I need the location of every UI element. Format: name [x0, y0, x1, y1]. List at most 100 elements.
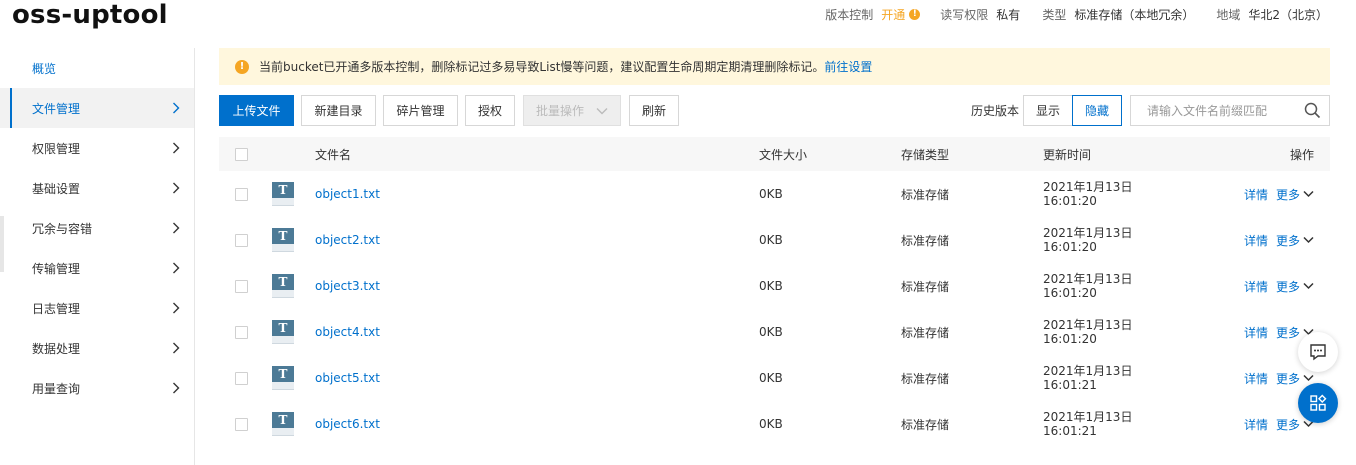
- file-name-link[interactable]: object4.txt: [315, 325, 380, 339]
- updated-date: 2021年1月13日: [1043, 180, 1133, 194]
- sidebar-item-label: 日志管理: [32, 301, 81, 316]
- file-size: 0KB: [759, 187, 783, 201]
- search-icon[interactable]: [1304, 102, 1321, 122]
- sidebar: 概览 文件管理 权限管理 基础设置 冗余与容错 传输管理 日志管理 数据处理 用…: [0, 48, 195, 465]
- go-to-settings-link[interactable]: 前往设置: [824, 58, 872, 75]
- chevron-right-icon: [170, 382, 182, 394]
- sidebar-item-transfer[interactable]: 传输管理: [0, 248, 194, 288]
- table-row: Tobject1.txt 0KB 标准存储 2021年1月13日 16:01:20 详情更…: [219, 171, 1330, 217]
- row-checkbox[interactable]: [235, 417, 248, 431]
- updated-time: 2021年1月13日 16:01:20: [1043, 171, 1132, 217]
- more-label: 更多: [1275, 279, 1300, 294]
- more-label: 更多: [1275, 417, 1300, 432]
- sidebar-item-label: 文件管理: [32, 101, 81, 116]
- sidebar-item-logs[interactable]: 日志管理: [0, 288, 194, 328]
- detail-link[interactable]: 详情: [1244, 232, 1268, 249]
- detail-link[interactable]: 详情: [1244, 416, 1268, 433]
- storage-type: 标准存储: [901, 371, 950, 386]
- storage-type-value: 标准存储（本地冗余）: [1074, 8, 1195, 22]
- sidebar-item-data-processing[interactable]: 数据处理: [0, 328, 194, 368]
- sidebar-item-label: 传输管理: [32, 261, 81, 276]
- updated-time: 2021年1月13日 16:01:20: [1043, 263, 1132, 309]
- updated-clock: 16:01:20: [1043, 194, 1097, 208]
- warning-icon: !: [909, 9, 921, 20]
- chevron-down-icon: [1303, 236, 1314, 244]
- sidebar-item-label: 用量查询: [32, 381, 81, 396]
- storage-type: 标准存储: [901, 187, 950, 202]
- file-size: 0KB: [759, 279, 783, 293]
- apps-button[interactable]: [1298, 383, 1338, 423]
- table-row: Tobject3.txt 0KB 标准存储 2021年1月13日 16:01:20 详情更…: [219, 263, 1330, 309]
- file-name-link[interactable]: object6.txt: [315, 417, 380, 431]
- file-size: 0KB: [759, 325, 783, 339]
- detail-link[interactable]: 详情: [1244, 186, 1268, 203]
- more-label: 更多: [1275, 233, 1300, 248]
- text-file-icon: T: [272, 412, 294, 436]
- sidebar-item-file-management[interactable]: 文件管理: [0, 88, 194, 128]
- text-file-icon: T: [272, 228, 294, 252]
- history-version-label: 历史版本: [971, 104, 1020, 118]
- hide-history-button[interactable]: 隐藏: [1072, 95, 1122, 126]
- sidebar-item-label: 概览: [32, 61, 57, 76]
- table-row: Tobject4.txt 0KB 标准存储 2021年1月13日 16:01:20 详情更…: [219, 309, 1330, 355]
- version-control-label: 版本控制: [825, 8, 874, 22]
- batch-operations-dropdown[interactable]: 批量操作: [523, 95, 621, 126]
- file-search: [1130, 95, 1330, 126]
- more-dropdown[interactable]: 更多: [1276, 186, 1314, 203]
- detail-link[interactable]: 详情: [1244, 370, 1268, 387]
- file-name-link[interactable]: object3.txt: [315, 279, 380, 293]
- table-row: Tobject5.txt 0KB 标准存储 2021年1月13日 16:01:21 详情更…: [219, 355, 1330, 401]
- storage-type: 标准存储: [901, 417, 950, 432]
- updated-clock: 16:01:20: [1043, 332, 1097, 346]
- version-control-value[interactable]: 开通: [881, 6, 905, 23]
- row-checkbox[interactable]: [235, 279, 248, 293]
- detail-link[interactable]: 详情: [1244, 278, 1268, 295]
- file-name-link[interactable]: object1.txt: [315, 187, 380, 201]
- show-history-button[interactable]: 显示: [1023, 95, 1073, 126]
- row-checkbox[interactable]: [235, 187, 248, 201]
- sidebar-item-permissions[interactable]: 权限管理: [0, 128, 194, 168]
- region-label: 地域: [1216, 8, 1241, 22]
- updated-time: 2021年1月13日 16:01:20: [1043, 217, 1132, 263]
- table-row: Tobject2.txt 0KB 标准存储 2021年1月13日 16:01:20 详情更…: [219, 217, 1330, 263]
- versioning-notice: ! 当前bucket已开通多版本控制，删除标记过多易导致List慢等问题，建议配…: [219, 48, 1330, 85]
- storage-type: 标准存储: [901, 325, 950, 340]
- storage-type: 标准存储: [901, 279, 950, 294]
- sidebar-item-basic-settings[interactable]: 基础设置: [0, 168, 194, 208]
- select-all-checkbox[interactable]: [235, 147, 248, 161]
- apps-grid-icon: [1309, 394, 1327, 412]
- authorize-button[interactable]: 授权: [465, 95, 515, 126]
- fragment-management-button[interactable]: 碎片管理: [383, 95, 458, 126]
- sidebar-item-label: 冗余与容错: [32, 221, 93, 236]
- more-label: 更多: [1275, 325, 1300, 340]
- sidebar-item-usage[interactable]: 用量查询: [0, 368, 194, 408]
- updated-date: 2021年1月13日: [1043, 272, 1133, 286]
- chevron-right-icon: [170, 302, 182, 314]
- text-file-icon: T: [272, 366, 294, 390]
- more-dropdown[interactable]: 更多: [1276, 232, 1314, 249]
- file-name-link[interactable]: object5.txt: [315, 371, 380, 385]
- new-directory-button[interactable]: 新建目录: [301, 95, 376, 126]
- detail-link[interactable]: 详情: [1244, 324, 1268, 341]
- text-file-icon: T: [272, 274, 294, 298]
- refresh-button[interactable]: 刷新: [629, 95, 679, 126]
- chat-button[interactable]: [1298, 332, 1338, 372]
- chevron-right-icon: [170, 222, 182, 234]
- chevron-right-icon: [170, 342, 182, 354]
- row-checkbox[interactable]: [235, 371, 248, 385]
- more-dropdown[interactable]: 更多: [1276, 370, 1314, 387]
- upload-file-button[interactable]: 上传文件: [219, 95, 294, 126]
- updated-time: 2021年1月13日 16:01:21: [1043, 355, 1132, 401]
- sidebar-item-redundancy[interactable]: 冗余与容错: [0, 208, 194, 248]
- file-name-link[interactable]: object2.txt: [315, 233, 380, 247]
- row-checkbox[interactable]: [235, 325, 248, 339]
- more-dropdown[interactable]: 更多: [1276, 278, 1314, 295]
- row-operations: 详情 更多: [1244, 217, 1314, 263]
- sidebar-item-overview[interactable]: 概览: [0, 48, 194, 88]
- updated-clock: 16:01:21: [1043, 378, 1097, 392]
- row-checkbox[interactable]: [235, 233, 248, 247]
- chevron-down-icon: [596, 107, 608, 115]
- acl-value: 私有: [996, 8, 1021, 22]
- search-input[interactable]: [1131, 96, 1291, 125]
- more-label: 更多: [1275, 187, 1300, 202]
